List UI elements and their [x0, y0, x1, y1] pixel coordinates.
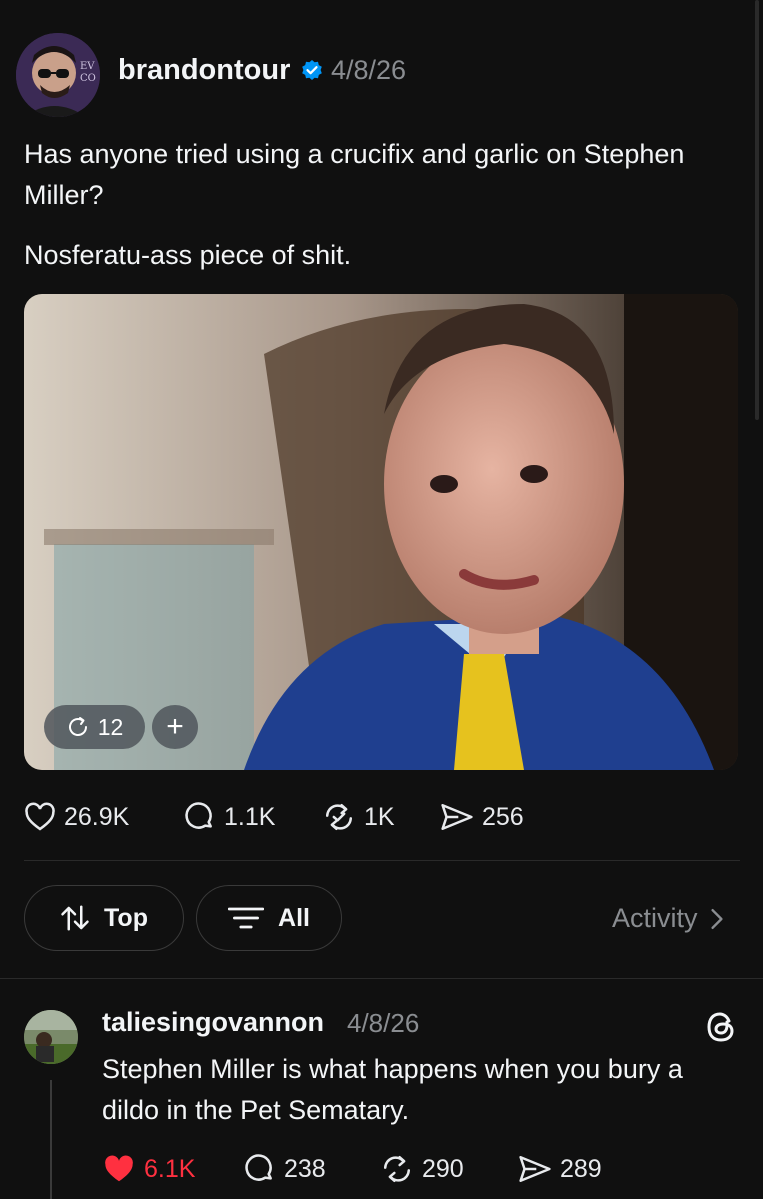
post-timestamp[interactable]: 4/8/26 — [331, 55, 406, 86]
reply-repost-button[interactable]: 290 — [380, 1149, 464, 1189]
post-text-line2: Nosferatu-ass piece of shit. — [24, 240, 352, 270]
reply-button[interactable]: 1.1K — [184, 796, 275, 838]
sort-button[interactable]: Top — [24, 885, 184, 951]
reply-avatar[interactable] — [24, 1010, 78, 1064]
threads-logo-icon[interactable] — [703, 1009, 739, 1045]
reply-reply-button[interactable]: 238 — [244, 1149, 326, 1189]
heart-icon — [105, 1155, 133, 1182]
chevron-right-icon — [710, 908, 723, 929]
share-icon — [519, 1155, 551, 1183]
repost-button[interactable]: 1K — [322, 796, 395, 838]
reply-like-count: 6.1K — [144, 1154, 196, 1183]
reply-repost-count: 290 — [422, 1154, 464, 1183]
like-count: 26.9K — [64, 802, 130, 831]
thread-line — [50, 1080, 52, 1199]
sort-icon — [61, 905, 89, 931]
author-username[interactable]: brandontour — [118, 54, 290, 87]
section-divider — [0, 978, 763, 979]
filter-icon — [228, 907, 265, 929]
image-add-button[interactable]: + — [152, 705, 198, 749]
filter-label: All — [278, 903, 310, 932]
post-image[interactable] — [24, 294, 738, 770]
comment-icon — [245, 1154, 272, 1181]
reply-count: 1.1K — [224, 802, 276, 831]
heart-icon — [25, 802, 55, 831]
repost-icon — [325, 803, 353, 831]
plus-icon: + — [166, 710, 184, 743]
post-text-line1: Has anyone tried using a crucifix and ga… — [24, 139, 685, 210]
image-repost-pill[interactable]: 12 — [44, 705, 145, 749]
like-button[interactable]: 26.9K — [24, 796, 129, 838]
share-button[interactable]: 256 — [440, 796, 524, 838]
activity-link[interactable]: Activity — [612, 903, 724, 934]
scrollbar[interactable] — [755, 0, 759, 420]
reply-timestamp[interactable]: 4/8/26 — [347, 1008, 419, 1039]
reply-text: Stephen Miller is what happens when you … — [102, 1054, 683, 1125]
reply-share-count: 289 — [560, 1154, 602, 1183]
reply-like-button[interactable]: 6.1K — [102, 1149, 195, 1189]
divider — [24, 860, 740, 861]
author-avatar[interactable]: EV CO — [16, 33, 100, 117]
activity-label: Activity — [612, 903, 698, 933]
comment-icon — [185, 802, 212, 829]
filter-button[interactable]: All — [196, 885, 342, 951]
reply-username[interactable]: taliesingovannon — [102, 1007, 324, 1038]
repost-icon — [383, 1155, 411, 1183]
reply-share-button[interactable]: 289 — [518, 1149, 602, 1189]
svg-text:EV: EV — [80, 61, 95, 72]
image-repost-count: 12 — [97, 713, 124, 740]
sort-label: Top — [104, 903, 148, 932]
share-icon — [441, 803, 473, 831]
repost-icon — [68, 717, 87, 736]
reply-reply-count: 238 — [284, 1154, 326, 1183]
svg-text:CO: CO — [80, 73, 96, 84]
repost-count: 1K — [364, 802, 395, 831]
verified-badge-icon — [302, 60, 322, 80]
share-count: 256 — [482, 802, 524, 831]
